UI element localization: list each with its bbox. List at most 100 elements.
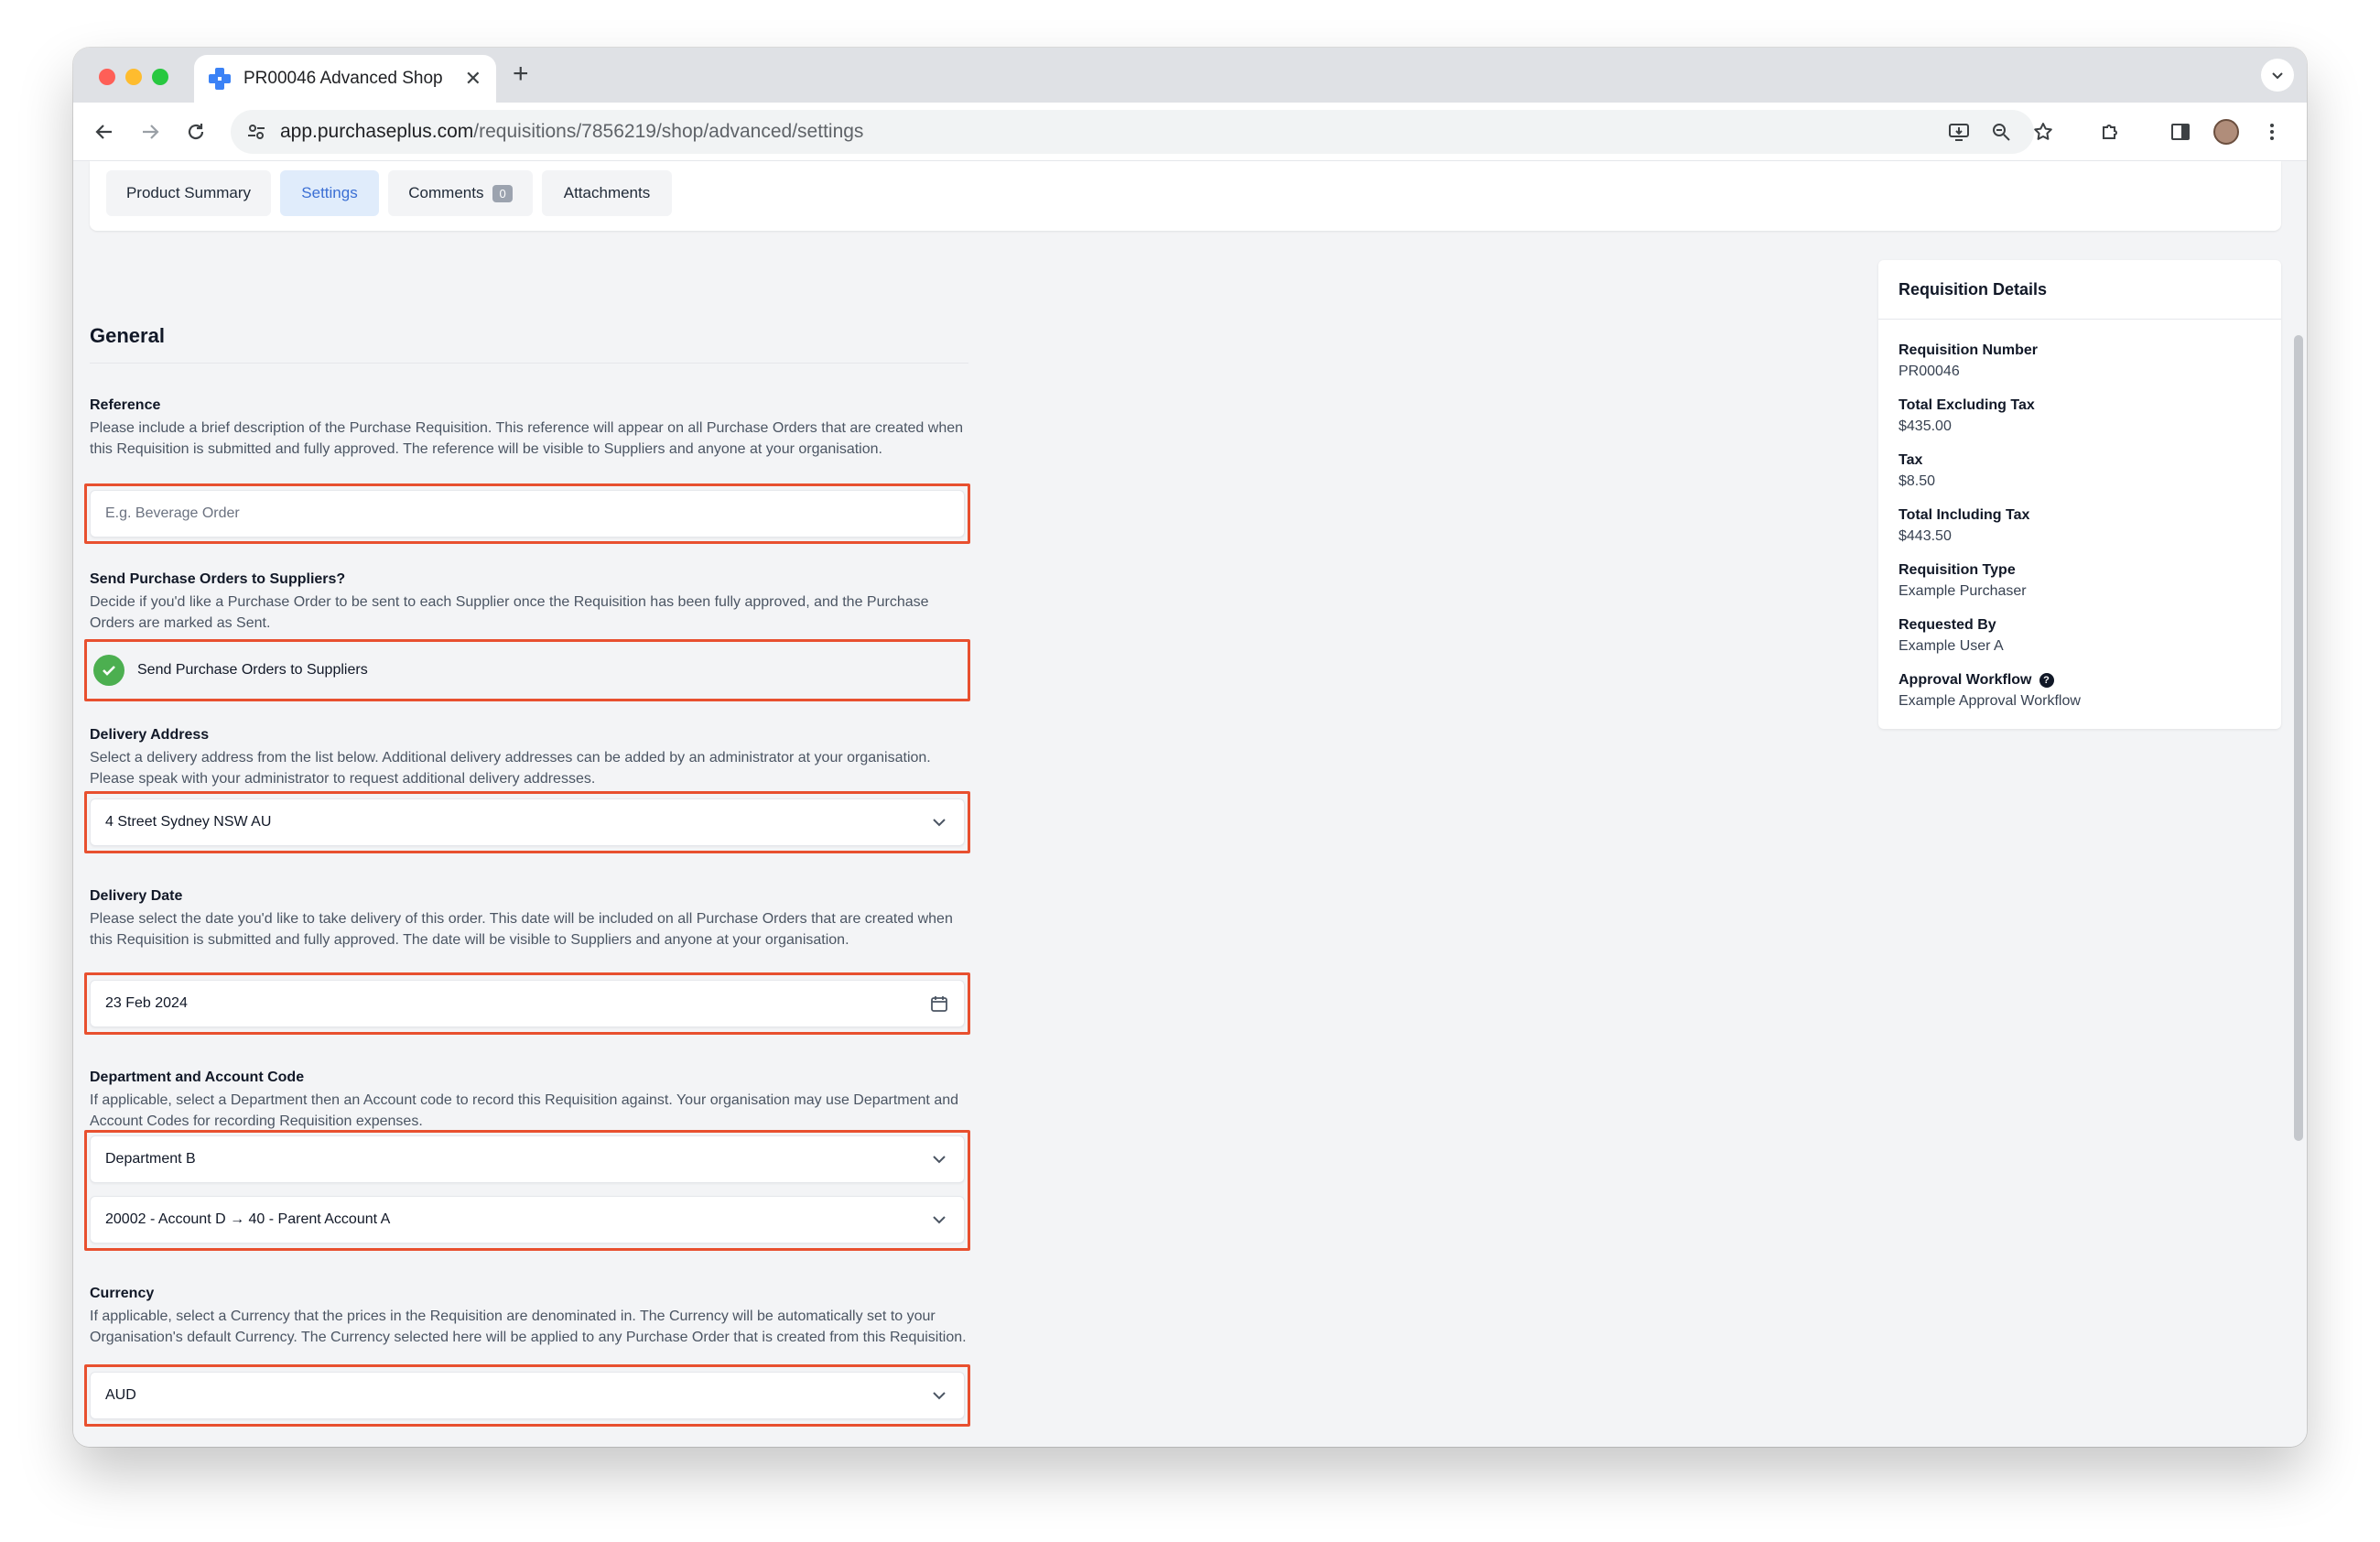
send-po-option-label: Send Purchase Orders to Suppliers [137,662,368,678]
detail-label: Requisition Type [1899,562,2016,578]
section-title: General [90,324,165,347]
requisition-details-card: Requisition Details Requisition Number P… [1878,260,2281,729]
browser-toolbar: app.purchaseplus.com/requisitions/785621… [73,103,2307,161]
account-code-value: 20002 - Account D → 40 - Parent Account … [105,1211,391,1227]
delivery-date-description: Please select the date you'd like to tak… [90,911,953,948]
detail-total-including-tax: Total Including Tax $443.50 [1899,507,2265,545]
detail-value: Example Approval Workflow [1899,693,2081,709]
reference-description: Please include a brief description of th… [90,420,964,457]
detail-requisition-type: Requisition Type Example Purchaser [1899,562,2265,600]
url-path: /requisitions/7856219/shop/advanced/sett… [473,121,864,142]
install-app-button[interactable] [1944,117,1974,147]
detail-value: PR00046 [1899,364,1960,379]
tab-product-summary[interactable]: Product Summary [106,170,271,216]
new-tab-button[interactable]: + [513,59,529,90]
detail-tax: Tax $8.50 [1899,452,2265,490]
tab-attachments[interactable]: Attachments [542,170,672,216]
detail-label: Total Excluding Tax [1899,397,2035,413]
detail-requested-by: Requested By Example User A [1899,617,2265,655]
account-code-select[interactable]: 20002 - Account D → 40 - Parent Account … [90,1196,965,1243]
detail-total-excluding-tax: Total Excluding Tax $435.00 [1899,397,2265,435]
currency-select[interactable]: AUD [90,1372,965,1419]
chevron-down-icon [929,1149,949,1169]
delivery-date-label: Delivery Date [90,888,183,904]
purchaseplus-favicon-icon [209,68,231,90]
send-po-toggle[interactable]: Send Purchase Orders to Suppliers [90,646,965,694]
maximize-window-button[interactable] [152,69,168,85]
back-button[interactable] [90,117,119,147]
forward-button[interactable] [135,117,165,147]
browser-tab-active[interactable]: PR00046 Advanced Shop ✕ [194,55,496,103]
avatar [2213,119,2239,145]
detail-requisition-number: Requisition Number PR00046 [1899,342,2265,380]
requisition-tabs: Product Summary Settings Comments 0 Atta… [90,161,2281,231]
page-scrollbar[interactable] [2294,335,2303,1141]
detail-value: $443.50 [1899,528,1952,544]
tab-label: Attachments [563,184,651,201]
currency-description: If applicable, select a Currency that th… [90,1309,967,1345]
arrow-right-icon [143,125,159,139]
department-select[interactable]: Department B [90,1135,965,1183]
tab-comments[interactable]: Comments 0 [388,170,533,216]
department-value: Department B [105,1151,196,1167]
send-po-description: Decide if you'd like a Purchase Order to… [90,594,929,631]
tab-settings[interactable]: Settings [280,170,379,216]
currency-label: Currency [90,1286,155,1301]
browser-tab-bar: PR00046 Advanced Shop ✕ + [73,48,2307,103]
tab-close-icon[interactable]: ✕ [465,67,481,91]
reference-input[interactable]: E.g. Beverage Order [90,490,965,538]
page-content: Product Summary Settings Comments 0 Atta… [73,161,2307,1447]
browser-menu-button[interactable] [2257,117,2287,147]
delivery-address-description: Select a delivery address from the list … [90,750,931,787]
detail-value: Example Purchaser [1899,583,2027,599]
currency-value: AUD [105,1387,136,1403]
section-divider [90,363,968,364]
delivery-date-value: 23 Feb 2024 [105,995,188,1011]
browser-window: PR00046 Advanced Shop ✕ + app.purchasepl… [73,48,2307,1447]
zoom-icon [1993,124,2010,141]
star-icon [2034,123,2052,140]
zoom-button[interactable] [1986,117,2016,147]
detail-label: Requisition Number [1899,342,2039,358]
chevron-down-icon [2272,72,2283,80]
delivery-address-select[interactable]: 4 Street Sydney NSW AU [90,798,965,846]
department-label: Department and Account Code [90,1070,305,1085]
detail-label: Approval Workflow [1899,672,2032,688]
chevron-down-icon [929,1210,949,1230]
send-po-label: Send Purchase Orders to Suppliers? [90,571,346,587]
side-panel-button[interactable] [2166,117,2195,147]
reload-button[interactable] [181,117,211,147]
puzzle-icon [2103,125,2117,139]
detail-value: $435.00 [1899,418,1952,434]
delivery-address-label: Delivery Address [90,727,210,743]
browser-tab-title: PR00046 Advanced Shop [243,69,443,88]
minimize-window-button[interactable] [125,69,142,85]
details-title: Requisition Details [1899,280,2048,299]
detail-approval-workflow: Approval Workflow ? Example Approval Wor… [1899,672,2265,710]
url-host: app.purchaseplus.com [280,121,474,142]
detail-value: Example User A [1899,638,2004,654]
close-window-button[interactable] [99,69,115,85]
check-circle-icon[interactable] [93,655,124,686]
tab-label: Comments [408,184,484,201]
address-bar[interactable]: app.purchaseplus.com/requisitions/785621… [231,110,2034,154]
extensions-button[interactable] [2096,117,2126,147]
comments-count-badge: 0 [492,184,513,202]
profile-button[interactable] [2212,117,2241,147]
detail-label: Tax [1899,452,1923,468]
details-divider [1878,319,2281,320]
tab-label: Product Summary [125,184,252,201]
url-text[interactable]: app.purchaseplus.com/requisitions/785621… [280,121,863,143]
calendar-icon[interactable] [929,994,949,1014]
help-icon[interactable]: ? [2039,673,2054,688]
tab-label: Settings [301,184,358,201]
detail-value: $8.50 [1899,473,1936,489]
reload-icon [188,124,204,140]
install-app-icon [1949,124,1969,141]
site-settings-icon[interactable] [243,119,269,145]
side-panel-icon [2171,124,2190,140]
delivery-address-value: 4 Street Sydney NSW AU [105,814,272,830]
bookmark-button[interactable] [2028,117,2058,147]
delivery-date-input[interactable]: 23 Feb 2024 [90,980,965,1027]
tab-search-button[interactable] [2261,59,2294,92]
